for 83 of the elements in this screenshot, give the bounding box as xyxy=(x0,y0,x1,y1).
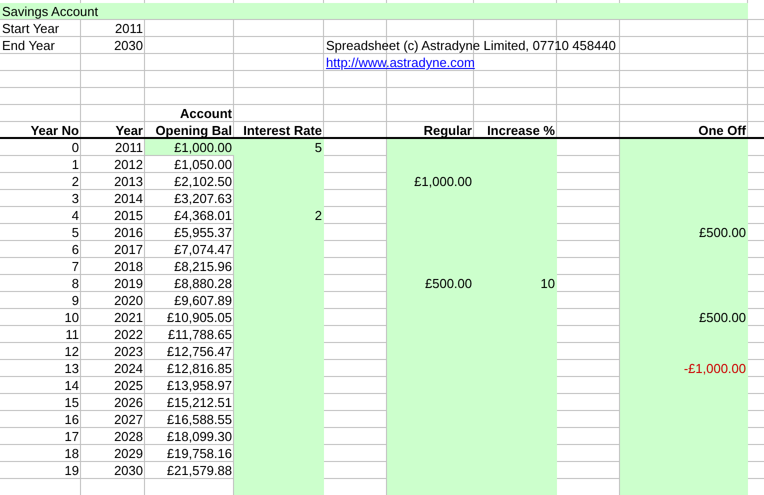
table-cell-text: £4,368.01 xyxy=(173,207,233,223)
table-cell-text: £12,816.85 xyxy=(166,360,233,376)
table-cell-text: £15,212.51 xyxy=(166,394,233,410)
column-header: Account xyxy=(179,105,233,121)
column-header: Increase % xyxy=(486,122,556,138)
table-cell-text: 2027 xyxy=(113,411,144,427)
table-cell-text: £3,207.63 xyxy=(173,190,233,206)
table-cell[interactable]: £1,000.00 xyxy=(145,139,234,155)
table-cell-text: 6 xyxy=(70,241,80,257)
table-cell-text: 10 xyxy=(64,309,80,325)
table-cell-text: 11 xyxy=(64,326,80,342)
table-cell-text: 19 xyxy=(64,462,80,478)
setting-value[interactable]: 2011 xyxy=(81,20,145,36)
table-cell-text: £19,758.16 xyxy=(166,445,233,461)
table-cell-text: 0 xyxy=(70,139,80,155)
table-cell-text: 2013 xyxy=(113,173,144,189)
table-cell-text: 8 xyxy=(70,275,80,291)
table-cell-text: 2024 xyxy=(113,360,144,376)
table-cell[interactable]: 5 xyxy=(234,139,324,155)
table-cell-text: £12,756.47 xyxy=(166,343,233,359)
table-cell-text: £8,215.96 xyxy=(173,258,233,274)
table-cell-text: £13,958.97 xyxy=(166,377,233,393)
table-cell[interactable]: £500.00 xyxy=(620,224,748,240)
table-cell-text: 2020 xyxy=(113,292,144,308)
table-cell-text: £16,588.55 xyxy=(166,411,233,427)
table-cell-text: 13 xyxy=(64,360,80,376)
column-header: Interest Rate xyxy=(242,122,323,138)
table-cell-text: £1,050.00 xyxy=(173,156,233,172)
table-cell-text: 2029 xyxy=(113,445,144,461)
table-cell-text: 4 xyxy=(70,207,80,223)
column-header: Regular xyxy=(422,122,473,138)
sheet-title: Savings Account xyxy=(0,3,748,19)
table-cell-text: £5,955.37 xyxy=(173,224,233,240)
table-cell-text: 2012 xyxy=(113,156,144,172)
table-cell-text: £7,074.47 xyxy=(173,241,233,257)
table-cell-text: 2026 xyxy=(113,394,144,410)
table-cell-text: 2018 xyxy=(113,258,144,274)
table-cell-text: £11,788.65 xyxy=(166,326,233,342)
setting-value[interactable]: 2030 xyxy=(81,37,145,53)
copyright-text: Spreadsheet (c) Astradyne Limited, 07710 458440 xyxy=(325,37,617,53)
table-cell-text: 14 xyxy=(64,377,80,393)
column-header: One Off xyxy=(697,122,747,138)
table-cell-text: 2019 xyxy=(113,275,144,291)
table-cell[interactable]: 2 xyxy=(234,207,324,223)
table-cell-text: 2023 xyxy=(113,343,144,359)
table-cell[interactable]: £500.00 xyxy=(620,309,748,325)
table-cell-text: £21,579.88 xyxy=(166,462,233,478)
table-cell-text: 2030 xyxy=(113,462,144,478)
table-cell-text: 9 xyxy=(70,292,80,308)
table-cell[interactable]: £500.00 xyxy=(387,275,474,291)
table-cell-text: £2,102.50 xyxy=(173,173,233,189)
table-cell-text: 15 xyxy=(64,394,80,410)
table-cell-text: 2021 xyxy=(113,309,144,325)
table-cell-text: 2017 xyxy=(113,241,144,257)
table-cell-text: 2014 xyxy=(113,190,144,206)
table-cell-text: 17 xyxy=(64,428,80,444)
column-header: Year xyxy=(114,122,144,138)
table-cell-text: 2 xyxy=(70,173,80,189)
column-header: Year No xyxy=(30,122,80,138)
website-link[interactable]: http://www.astradyne.com xyxy=(326,55,475,70)
table-cell-text: £18,099.30 xyxy=(166,428,233,444)
table-cell-text: 2028 xyxy=(113,428,144,444)
table-cell-text: 7 xyxy=(70,258,80,274)
table-cell-text: 2025 xyxy=(113,377,144,393)
table-cell[interactable]: 10 xyxy=(474,275,557,291)
table-cell-text: £9,607.89 xyxy=(173,292,233,308)
table-cell-text: 2022 xyxy=(113,326,144,342)
table-cell-text: 3 xyxy=(70,190,80,206)
table-cell-text: 12 xyxy=(64,343,80,359)
table-cell-text: 2015 xyxy=(113,207,144,223)
table-cell-text: 16 xyxy=(64,411,80,427)
table-cell[interactable]: -£1,000.00 xyxy=(620,360,748,376)
column-header: Opening Bal xyxy=(154,122,233,138)
setting-label: Start Year xyxy=(1,20,60,36)
table-cell-text: 2011 xyxy=(114,139,144,155)
setting-label: End Year xyxy=(1,37,56,53)
table-cell-text: £8,880.28 xyxy=(173,275,233,291)
table-cell-text: 18 xyxy=(64,445,80,461)
table-cell-text: 5 xyxy=(70,224,80,240)
table-cell-text: 1 xyxy=(70,156,80,172)
table-cell-text: 2016 xyxy=(113,224,144,240)
table-cell[interactable]: £1,000.00 xyxy=(387,173,474,189)
table-cell-text: £10,905.05 xyxy=(166,309,233,325)
